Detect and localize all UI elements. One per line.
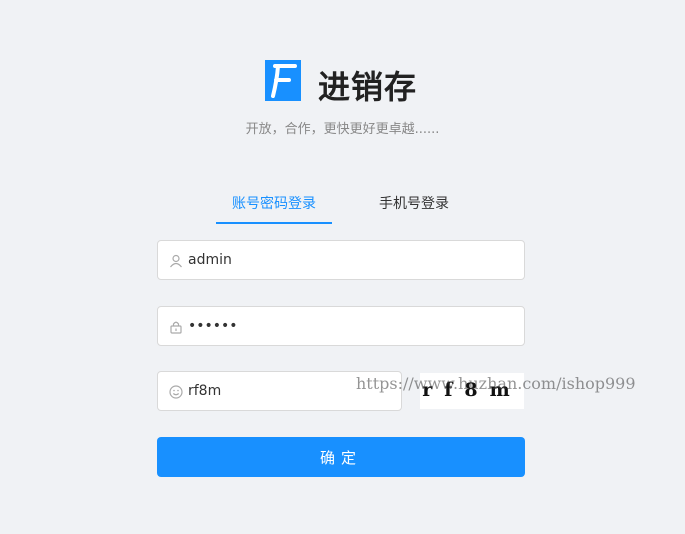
active-tab-indicator bbox=[216, 222, 332, 224]
lock-icon bbox=[169, 319, 183, 334]
brand-header: 进销存 bbox=[0, 60, 685, 110]
app-title: 进销存 bbox=[318, 68, 418, 106]
user-icon bbox=[169, 253, 183, 268]
watermark: https://www.huzhan.com/ishop999 bbox=[356, 374, 636, 393]
username-input[interactable] bbox=[188, 241, 508, 279]
logo-icon bbox=[265, 60, 301, 101]
confirm-button[interactable]: 确定 bbox=[157, 437, 525, 477]
tab-account-login[interactable]: 账号密码登录 bbox=[216, 186, 332, 224]
slogan: 开放，合作，更快更好更卓越...... bbox=[245, 122, 440, 137]
tab-phone-login[interactable]: 手机号登录 bbox=[364, 186, 464, 224]
password-input[interactable] bbox=[188, 307, 508, 345]
smile-icon bbox=[169, 384, 183, 399]
username-field bbox=[157, 240, 525, 280]
login-tabs: 账号密码登录 手机号登录 bbox=[216, 186, 466, 226]
password-field bbox=[157, 306, 525, 346]
